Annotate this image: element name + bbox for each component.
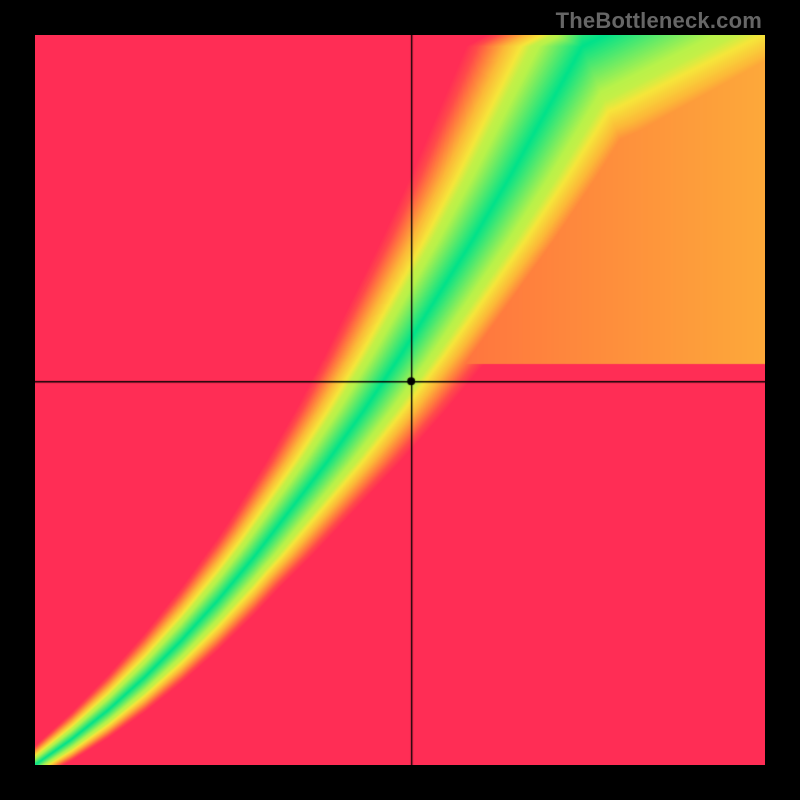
- chart-frame: TheBottleneck.com: [0, 0, 800, 800]
- watermark-text: TheBottleneck.com: [556, 8, 762, 34]
- plot-area: [35, 35, 765, 765]
- crosshair-overlay: [35, 35, 765, 765]
